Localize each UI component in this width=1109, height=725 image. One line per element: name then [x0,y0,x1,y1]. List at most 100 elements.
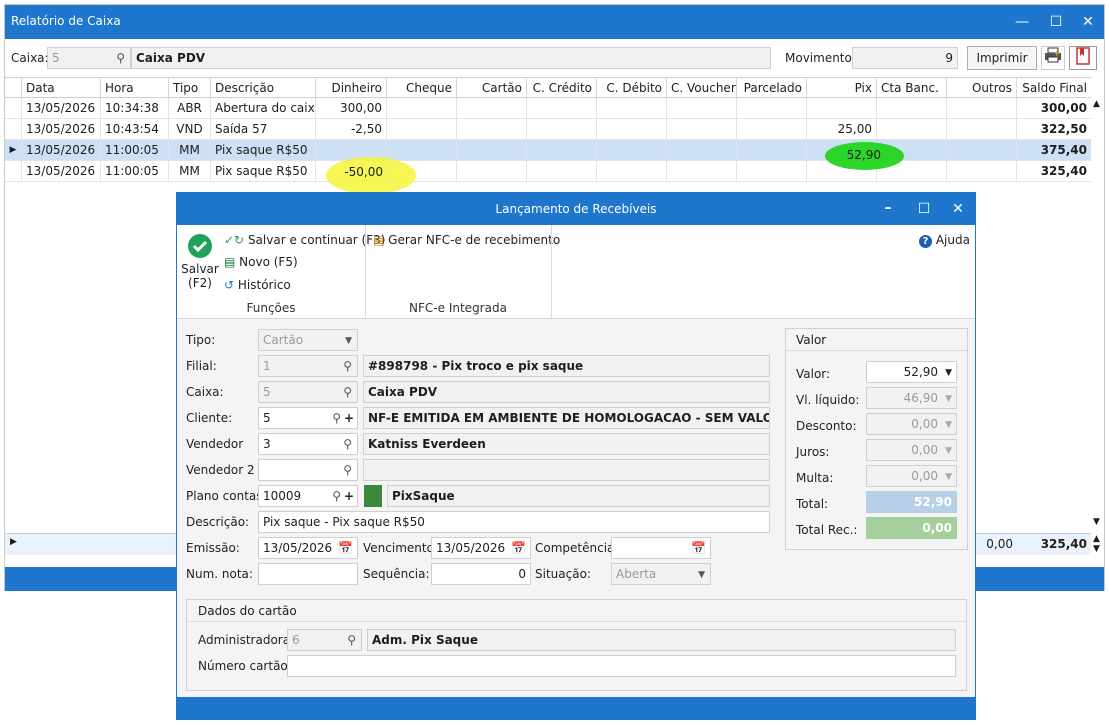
cliente-code-field[interactable]: 5 ⚲ + [258,407,358,429]
cell-data: 13/05/2026 [22,98,101,119]
vencimento-date-field[interactable]: 13/05/2026 📅 [431,537,531,559]
num-nota-field[interactable] [258,563,358,585]
col-header-saldo-final[interactable]: Saldo Final [1017,78,1091,98]
cell-data: 13/05/2026 [22,161,101,182]
grid-vertical-scrollbar[interactable]: ▲ ▼ [1091,97,1105,533]
col-header-dinheiro[interactable]: Dinheiro [316,78,387,98]
cell-tipo: ABR [169,98,211,119]
row-indicator-header [5,78,22,98]
sequencia-field[interactable]: 0 [431,563,531,585]
dialog-close-button[interactable]: ✕ [941,193,975,225]
col-header-credito[interactable]: C. Crédito [527,78,597,98]
cliente-label: Cliente: [186,411,233,425]
caixa-code-field[interactable]: 5 ⚲ [47,47,131,69]
table-row[interactable]: 13/05/2026 10:34:38 ABR Abertura do caix… [5,98,1091,119]
main-window-title: Relatório de Caixa [11,14,121,28]
dialog-maximize-button[interactable]: ☐ [907,193,941,225]
competencia-date-field[interactable]: 📅 [611,537,711,559]
col-header-debito[interactable]: C. Débito [597,78,667,98]
scroll-down-icon[interactable]: ▼ [1093,517,1100,527]
situacao-select[interactable]: Aberta ▼ [611,563,711,585]
table-row[interactable]: 13/05/2026 10:43:54 VND Saída 57 -2,50 2… [5,119,1091,140]
col-header-voucher[interactable]: C. Voucher [667,78,737,98]
new-document-icon: ▤ [224,255,236,269]
maximize-button[interactable]: ☐ [1039,5,1073,39]
total-rec-label: Total Rec.: [796,523,858,537]
cell-hora: 10:43:54 [101,119,169,140]
liquido-field: 46,90 ▼ [866,387,957,409]
chevron-down-icon: ▼ [945,472,952,482]
scroll-up-icon[interactable]: ▲ [1093,99,1100,109]
cell-data: 13/05/2026 [22,119,101,140]
vendedor-name-field: Katniss Everdeen [363,433,770,455]
search-icon: ⚲ [343,385,352,399]
chevron-down-icon: ▼ [698,570,705,580]
cell-descricao: Abertura do caixa [211,98,316,119]
descricao-field[interactable]: Pix saque - Pix saque R$50 [258,511,770,533]
table-row[interactable]: 13/05/2026 11:00:05 MM Pix saque R$50 32… [5,161,1091,182]
cell-saldo: 325,40 [1040,164,1087,178]
col-header-hora[interactable]: Hora [101,78,169,98]
col-header-cartao[interactable]: Cartão [457,78,527,98]
history-button[interactable]: ↺ Histórico [224,278,291,292]
cell-pix: 25,00 [807,119,877,140]
main-toolbar: Caixa: 5 ⚲ Caixa PDV Movimento: 9 Imprim… [5,41,1104,77]
search-icon: ⚲ [343,359,352,373]
administradora-code-field[interactable]: 6 ⚲ [287,629,362,651]
col-header-cta-banc[interactable]: Cta Banc. [877,78,947,98]
print-button[interactable]: Imprimir [967,46,1037,70]
table-row-selected[interactable]: ▶ 13/05/2026 11:00:05 MM Pix saque R$50 … [5,140,1091,161]
col-header-tipo[interactable]: Tipo [169,78,211,98]
dialog-ribbon: Salvar (F2) ✓↻ Salvar e continuar (F3) ▤… [177,225,975,319]
cell-saldo: 300,00 [1040,101,1087,115]
cell-descricao: Saída 57 [211,119,316,140]
tipo-label: Tipo: [186,333,216,347]
movimento-label: Movimento: [785,51,856,65]
total-saldo-final: 325,40 [1040,537,1087,551]
vendedor2-code-field[interactable]: ⚲ [258,459,358,481]
col-header-outros[interactable]: Outros [947,78,1017,98]
help-button[interactable]: ? Ajuda [919,233,970,248]
receipt-icon: ▤ [373,233,385,247]
cell-dinheiro: 300,00 [316,98,387,119]
save-button[interactable]: Salvar (F2) [181,233,219,290]
situacao-label: Situação: [535,567,591,581]
save-continue-icon: ✓↻ [224,233,245,247]
caixa-name-field: Caixa PDV [131,47,771,69]
dialog-titlebar: Lançamento de Recebíveis – ☐ ✕ [177,193,975,225]
col-header-data[interactable]: Data [22,78,101,98]
printer-icon[interactable] [1041,46,1065,70]
filial-code-field[interactable]: 1 ⚲ [258,355,358,377]
new-button[interactable]: ▤ Novo (F5) [224,255,298,269]
cell-pix [807,98,877,119]
bookmark-report-icon[interactable] [1069,46,1097,70]
valor-field[interactable]: 52,90 ▼ [866,361,957,383]
juros-label: Juros: [796,445,830,459]
tipo-select[interactable]: Cartão ▼ [258,329,358,351]
search-icon: ⚲ [347,633,356,647]
funcoes-group-label: Funções [246,301,296,315]
vendedor-code-field[interactable]: 3 ⚲ [258,433,358,455]
col-header-descricao[interactable]: Descrição [211,78,316,98]
close-button[interactable]: ✕ [1071,5,1105,39]
save-continue-button[interactable]: ✓↻ Salvar e continuar (F3) [224,233,385,247]
numero-cartao-field[interactable] [287,655,956,677]
plano-contas-code-field[interactable]: 10009 ⚲ + [258,485,358,507]
chevron-down-icon: ▼ [945,394,952,404]
dialog-minimize-button[interactable]: – [871,193,905,225]
num-nota-label: Num. nota: [186,567,253,581]
col-header-cheque[interactable]: Cheque [387,78,457,98]
total-label: Total: [796,497,829,511]
col-header-pix[interactable]: Pix [807,78,877,98]
col-header-parcelado[interactable]: Parcelado [737,78,807,98]
cell-descricao: Pix saque R$50 [211,161,316,182]
minimize-button[interactable]: — [1005,5,1039,39]
search-icon: ⚲ [332,489,341,503]
caixa-code-field[interactable]: 5 ⚲ [258,381,358,403]
generate-nfce-button[interactable]: ▤ Gerar NFC-e de recebimento [373,233,560,247]
totals-spin-icon[interactable]: ▲ ▼ [1093,534,1100,554]
row-pointer-icon: ▶ [10,537,17,547]
search-icon[interactable]: ⚲ [116,48,125,68]
filial-name-field: #898798 - Pix troco e pix saque [363,355,770,377]
emissao-date-field[interactable]: 13/05/2026 📅 [258,537,358,559]
